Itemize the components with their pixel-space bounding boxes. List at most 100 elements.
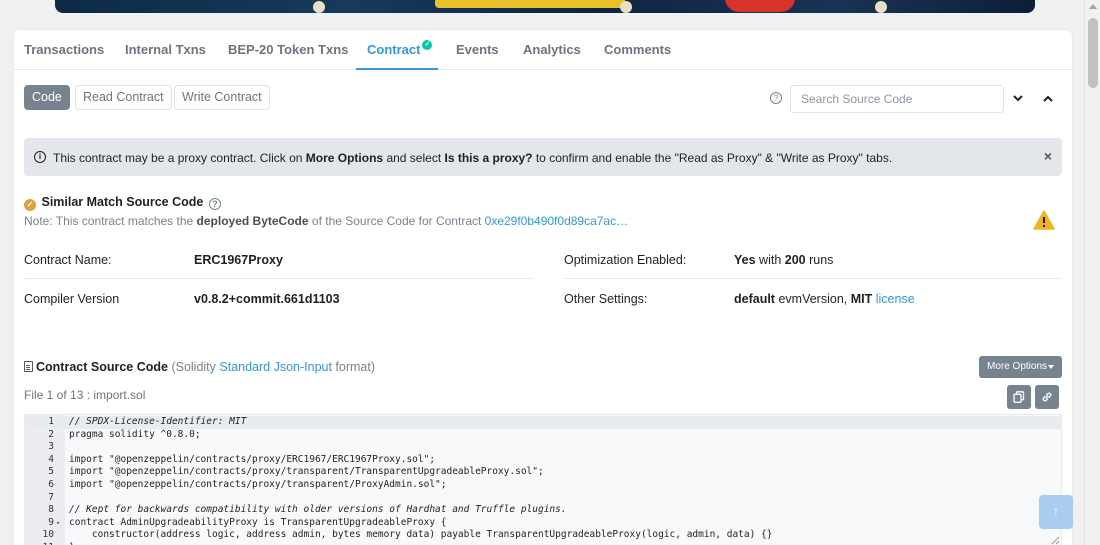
- tab-transactions[interactable]: Transactions: [24, 42, 104, 57]
- contract-name-label: Contract Name:: [24, 253, 112, 267]
- link-button[interactable]: [1035, 385, 1059, 409]
- help-icon[interactable]: ?: [770, 92, 782, 104]
- optimization-with: with: [755, 253, 785, 267]
- line-number: 10: [42, 529, 54, 541]
- optimization-runs: 200: [784, 253, 806, 267]
- read-contract-button[interactable]: Read Contract: [75, 85, 172, 110]
- source-sub-prefix: (Solidity: [167, 360, 220, 374]
- tab-internal-txns[interactable]: Internal Txns: [125, 42, 206, 57]
- resize-handle-icon[interactable]: [1050, 535, 1060, 545]
- banner-coin-decor: [875, 1, 887, 13]
- contract-name-text: ERC1967Proxy: [194, 253, 283, 267]
- other-settings-value: default evmVersion, MIT license: [734, 292, 915, 306]
- active-tab-underline: [356, 68, 438, 70]
- link-icon: [1042, 392, 1052, 402]
- fold-toggle-icon[interactable]: ▾: [56, 517, 60, 530]
- code-line: 9 ▾ contract AdminUpgradeabilityProxy is T…: [25, 516, 1061, 530]
- optimization-yes: Yes: [734, 253, 756, 267]
- standard-json-input-link[interactable]: Standard Json-Input: [219, 360, 332, 374]
- chevron-down-icon[interactable]: [1006, 85, 1030, 113]
- tab-contract[interactable]: Contract ✓: [367, 40, 433, 57]
- proxy-alert: i This contract may be a proxy contract.…: [24, 138, 1062, 176]
- similar-match-note: Note: This contract matches the deployed…: [24, 214, 628, 228]
- code-line: 1 // SPDX-License-Identifier: MIT: [25, 416, 1061, 429]
- note-text: Note: This contract matches the: [24, 214, 197, 228]
- code-line: 4 import "@openzeppelin/contracts/proxy/E…: [25, 453, 1061, 467]
- tab-analytics[interactable]: Analytics: [523, 42, 581, 57]
- code-text: import "@openzeppelin/contracts/proxy/tr…: [69, 479, 447, 490]
- code-text: import "@openzeppelin/contracts/proxy/ER…: [69, 453, 436, 465]
- code-button[interactable]: Code: [24, 85, 70, 110]
- tab-comments[interactable]: Comments: [604, 42, 671, 57]
- row-divider: [24, 278, 534, 279]
- caret-down-icon: [1048, 365, 1054, 369]
- contract-name-value: ERC1967Proxy: [194, 253, 283, 267]
- line-number: 6: [48, 479, 54, 490]
- check-circle-icon: ✓: [24, 199, 36, 211]
- source-sub-suffix: format): [331, 360, 376, 374]
- contract-card: Transactions Internal Txns BEP-20 Token …: [14, 30, 1072, 545]
- line-number: 5: [48, 466, 54, 478]
- tab-bep20-token-txns[interactable]: BEP-20 Token Txns: [228, 42, 348, 57]
- banner-gold-decor: [435, 0, 625, 8]
- alert-is-proxy: Is this a proxy?: [444, 151, 533, 165]
- banner-red-decor: [725, 0, 795, 12]
- compiler-version-text: v0.8.2+commit.661d1103: [194, 292, 340, 306]
- ad-banner[interactable]: [55, 0, 1035, 13]
- other-settings-label: Other Settings:: [564, 292, 648, 306]
- note-bold: deployed ByteCode: [196, 214, 309, 228]
- tab-bar: Transactions Internal Txns BEP-20 Token …: [14, 30, 1072, 70]
- code-text: // SPDX-License-Identifier: MIT: [69, 416, 247, 427]
- close-icon[interactable]: ×: [1044, 148, 1052, 164]
- line-number: 9: [48, 516, 54, 528]
- line-number: 3: [48, 441, 54, 453]
- scroll-up-arrow[interactable]: [1089, 4, 1097, 9]
- scrollbar-thumb[interactable]: [1088, 18, 1098, 88]
- alert-text-part: to confirm and enable the "Read as Proxy…: [532, 151, 893, 165]
- warning-icon: [1033, 210, 1055, 230]
- document-icon: [24, 361, 33, 372]
- other-evm: evmVersion,: [774, 292, 851, 306]
- more-options-button[interactable]: More Options: [979, 356, 1062, 378]
- code-line: 10 constructor(address logic, address ad…: [25, 529, 1061, 542]
- code-text: constructor(address logic, address admin…: [69, 529, 773, 541]
- optimization-suffix: runs: [805, 253, 834, 267]
- source-code-title: Contract Source Code: [36, 360, 168, 374]
- alert-more-options: More Options: [305, 151, 384, 165]
- code-line: 5 import "@openzeppelin/contracts/proxy/t…: [25, 466, 1061, 479]
- line-number: 1: [48, 416, 54, 427]
- tab-contract-label: Contract: [367, 42, 421, 57]
- line-number: 4: [48, 453, 54, 465]
- chevron-up-icon[interactable]: [1036, 85, 1060, 113]
- back-to-top-button[interactable]: ↑: [1039, 495, 1073, 529]
- optimization-label: Optimization Enabled:: [564, 253, 687, 267]
- copy-icon: [1013, 391, 1025, 403]
- file-label: File 1 of 13 : import.sol: [24, 388, 146, 402]
- similar-match-title: Similar Match Source Code: [41, 195, 204, 209]
- code-line: 2 pragma solidity ^0.8.0;: [25, 428, 1061, 442]
- alert-text-part: This contract may be a proxy contract. C…: [53, 151, 306, 165]
- info-icon: i: [34, 151, 46, 163]
- copy-button[interactable]: [1007, 385, 1031, 409]
- line-number: 7: [48, 491, 54, 503]
- more-options-label: More Options: [987, 361, 1048, 372]
- help-icon[interactable]: ?: [208, 198, 221, 210]
- code-line: 8 // Kept for backwards compatibility wit…: [25, 504, 1061, 517]
- optimization-value: Yes with 200 runs: [734, 253, 833, 267]
- note-text: of the Source Code for Contract: [308, 214, 485, 228]
- alert-text-part: and select: [383, 151, 445, 165]
- matched-contract-link[interactable]: 0xe29f0b490f0d89ca7ac…: [485, 214, 628, 228]
- tab-events[interactable]: Events: [456, 42, 499, 57]
- license-link[interactable]: license: [876, 292, 915, 306]
- other-mit: MIT: [850, 292, 873, 306]
- page-scrollbar[interactable]: [1084, 0, 1100, 545]
- line-number: 8: [48, 504, 54, 516]
- write-contract-button[interactable]: Write Contract: [174, 85, 270, 110]
- compiler-version-value: v0.8.2+commit.661d1103: [194, 292, 340, 306]
- line-number: 2: [48, 428, 54, 440]
- code-editor[interactable]: 1 // SPDX-License-Identifier: MIT 2 pragma …: [24, 414, 1062, 545]
- banner-coin-decor: [620, 1, 632, 13]
- code-text: import "@openzeppelin/contracts/proxy/tr…: [69, 466, 544, 478]
- search-source-input[interactable]: [790, 85, 1004, 113]
- arrow-up-icon: ↑: [1053, 504, 1059, 518]
